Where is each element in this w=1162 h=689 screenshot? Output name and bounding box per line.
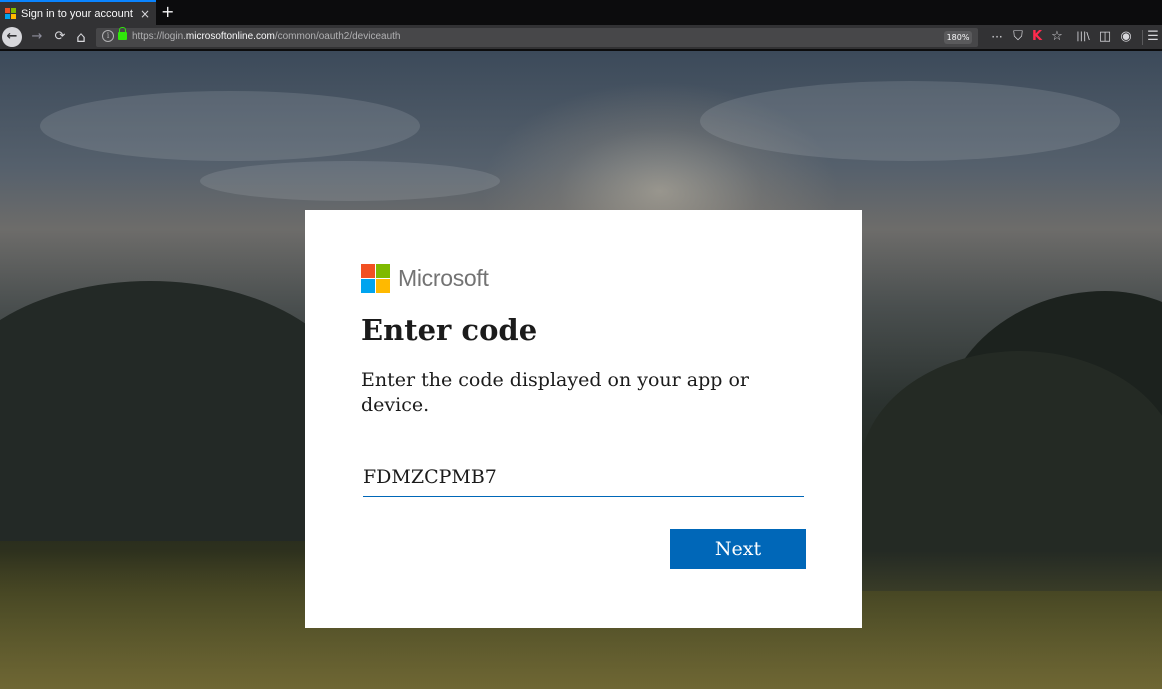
pocket-icon[interactable]: ⛉	[1009, 28, 1027, 46]
tab-title: Sign in to your account	[21, 7, 133, 20]
toolbar-divider	[1142, 30, 1143, 45]
url-path: /common/oauth2/deviceauth	[274, 31, 401, 42]
new-tab-button[interactable]: +	[161, 2, 174, 22]
home-button[interactable]: ⌂	[72, 28, 90, 46]
bookmark-star-icon[interactable]: ☆	[1048, 28, 1066, 46]
microsoft-icon	[5, 8, 16, 19]
sidebar-icon[interactable]: ◫	[1097, 28, 1113, 46]
tab-strip: Sign in to your account × +	[0, 0, 1162, 25]
back-button[interactable]: ←	[2, 27, 22, 47]
zoom-level-badge[interactable]: 180%	[944, 31, 972, 44]
menu-icon[interactable]: ☰	[1146, 28, 1160, 46]
microsoft-logo-icon	[361, 264, 390, 293]
page-title: Enter code	[361, 313, 538, 347]
next-button[interactable]: Next	[670, 529, 806, 569]
cloud	[40, 91, 420, 161]
sign-in-card: Microsoft Enter code Enter the code disp…	[305, 210, 862, 628]
url-bar[interactable]: i https://login.microsoftonline.com/comm…	[96, 27, 978, 47]
url-text[interactable]: https://login.microsoftonline.com/common…	[132, 30, 400, 44]
code-input[interactable]	[363, 458, 804, 497]
cloud	[200, 161, 500, 201]
instruction-text: Enter the code displayed on your app or …	[361, 369, 749, 416]
account-icon[interactable]: ◉	[1118, 28, 1134, 46]
url-domain: microsoftonline.com	[185, 31, 275, 42]
browser-tab[interactable]: Sign in to your account ×	[0, 0, 156, 25]
info-icon[interactable]: i	[102, 30, 114, 42]
url-prefix: https://login.	[132, 31, 186, 42]
close-tab-icon[interactable]: ×	[140, 5, 150, 23]
reload-button[interactable]: ⟳	[51, 28, 69, 46]
more-actions-icon[interactable]: ···	[988, 28, 1006, 46]
extension-icon[interactable]: K	[1029, 28, 1045, 46]
library-icon[interactable]: |||\	[1073, 28, 1093, 46]
brand-name: Microsoft	[398, 265, 489, 291]
forward-button[interactable]: →	[28, 28, 46, 46]
lock-icon[interactable]	[118, 27, 127, 40]
cloud	[700, 81, 1120, 161]
navigation-bar: ← → ⟳ ⌂ i https://login.microsoftonline.…	[0, 25, 1162, 50]
